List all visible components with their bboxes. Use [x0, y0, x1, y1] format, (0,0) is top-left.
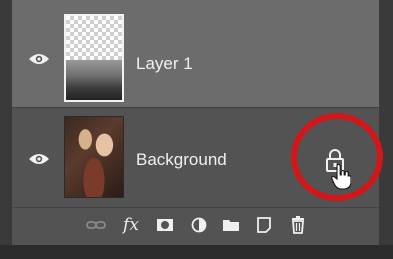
layer-row-layer-1[interactable]: Layer 1	[12, 0, 379, 107]
layer-thumbnail[interactable]	[64, 116, 124, 198]
layer-thumbnail[interactable]	[64, 14, 124, 102]
panel-bottom-edge	[0, 245, 393, 259]
link-icon[interactable]	[85, 214, 107, 236]
mask-icon[interactable]	[154, 214, 176, 236]
eye-icon[interactable]	[28, 52, 50, 66]
layer-row-background[interactable]: Background	[12, 107, 383, 207]
eye-icon[interactable]	[28, 152, 50, 166]
layers-panel: Layer 1 Background fx	[0, 0, 393, 259]
fx-icon[interactable]: fx	[119, 214, 143, 236]
hand-cursor-icon	[331, 164, 351, 190]
panel-left-edge	[0, 0, 12, 259]
layer-name[interactable]: Background	[136, 150, 227, 170]
thumbnail-image	[66, 59, 122, 100]
new-layer-icon[interactable]	[253, 214, 275, 236]
folder-icon[interactable]	[220, 214, 242, 236]
panel-right-edge	[379, 0, 393, 259]
layer-name[interactable]: Layer 1	[136, 54, 193, 74]
transparency-checkerboard	[66, 16, 122, 60]
thumbnail-image	[65, 117, 123, 197]
trash-icon[interactable]	[287, 214, 309, 236]
adjustment-icon[interactable]	[188, 214, 210, 236]
layers-toolbar: fx	[12, 207, 379, 245]
